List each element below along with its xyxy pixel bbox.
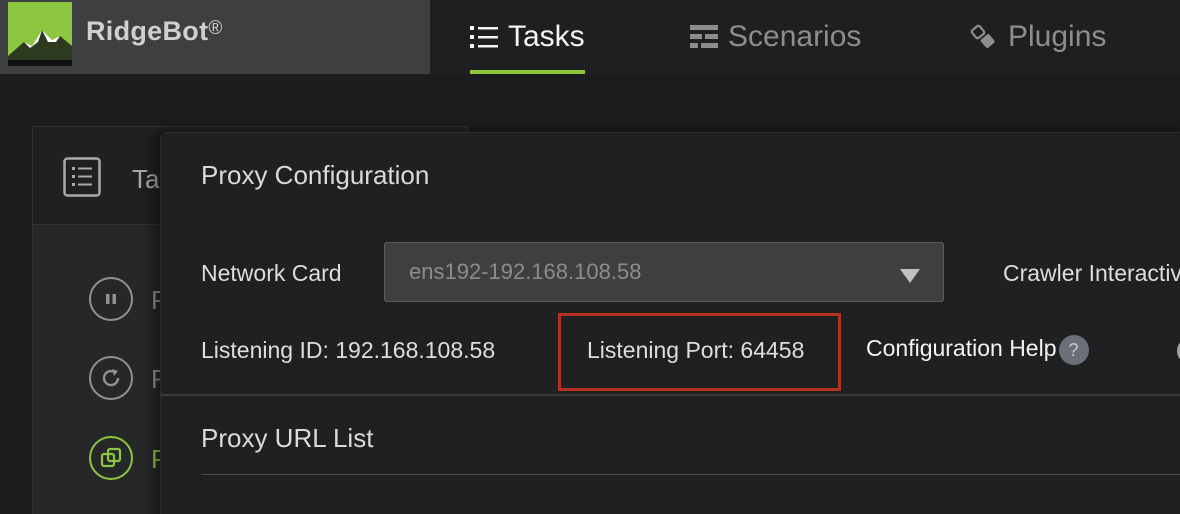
network-card-value: ens192-192.168.108.58: [409, 259, 642, 284]
help-icon[interactable]: ?: [1058, 335, 1089, 365]
listening-id-text: Listening ID: 192.168.108.58: [201, 337, 496, 363]
network-card-select[interactable]: ens192-192.168.108.58: [384, 242, 944, 302]
ridgebot-logo-icon: [8, 2, 72, 66]
tab-tasks[interactable]: Tasks: [470, 0, 585, 74]
list-icon: [470, 25, 498, 49]
refresh-icon[interactable]: [89, 356, 133, 400]
chevron-down-icon: [900, 269, 920, 283]
grid-icon: [690, 25, 718, 49]
network-card-label: Network Card: [201, 260, 342, 286]
top-navigation-bar: RidgeBot® Tasks Scenarios Plugins: [0, 0, 1180, 74]
tab-plugins[interactable]: Plugins: [970, 0, 1106, 74]
active-tab-indicator: [470, 70, 585, 74]
listening-port-highlight: [558, 313, 841, 391]
side-panel-title: Ta: [132, 164, 160, 194]
proxy-url-list-title: Proxy URL List: [201, 423, 374, 453]
brand-area[interactable]: RidgeBot®: [0, 0, 430, 74]
document-list-icon: [63, 157, 101, 197]
section-divider: [161, 394, 1180, 396]
dialog-title: Proxy Configuration: [201, 160, 430, 190]
proxy-configuration-dialog: Proxy Configuration Network Card ens192-…: [160, 132, 1180, 514]
tab-scenarios[interactable]: Scenarios: [690, 0, 861, 74]
plug-icon: [970, 23, 998, 51]
tab-tasks-label: Tasks: [508, 20, 585, 53]
tab-scenarios-label: Scenarios: [728, 20, 862, 53]
configuration-help-label: Configuration Help: [866, 335, 1057, 362]
configuration-help-link[interactable]: Configuration Help?: [866, 335, 1089, 365]
proxy-icon[interactable]: [89, 436, 133, 480]
url-list-divider: [201, 474, 1180, 475]
app-root: { "brand": { "name": "RidgeBot", "mark":…: [0, 0, 1180, 514]
brand-name: RidgeBot®: [86, 16, 223, 46]
pause-icon[interactable]: [89, 277, 133, 321]
tab-plugins-label: Plugins: [1008, 20, 1107, 53]
crawler-interactive-label: Crawler Interactive: [1003, 260, 1180, 286]
